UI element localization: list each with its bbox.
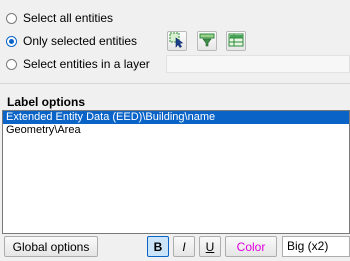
radio-label-select-all: Select all entities <box>23 11 114 25</box>
italic-button[interactable]: I <box>173 236 195 257</box>
global-options-button[interactable]: Global options <box>4 236 98 257</box>
list-item-eed-building-name[interactable]: Extended Entity Data (EED)\Building\name <box>3 111 349 124</box>
select-entities-button[interactable] <box>167 31 187 51</box>
radio-label-select-in-layer: Select entities in a layer <box>23 57 150 71</box>
filter-select-icon <box>199 32 215 51</box>
filter-selection-button[interactable] <box>197 31 217 51</box>
radio-select-all[interactable]: Select all entities <box>6 10 113 26</box>
bold-button[interactable]: B <box>147 236 169 257</box>
layer-select-box[interactable] <box>166 55 350 73</box>
radio-button[interactable] <box>6 12 17 24</box>
color-button[interactable]: Color <box>225 236 277 257</box>
radio-only-selected[interactable]: Only selected entities <box>6 33 137 49</box>
radio-button[interactable] <box>6 58 17 70</box>
label-options-heading: Label options <box>7 95 85 109</box>
text-size-select[interactable]: Big (x2) <box>282 236 350 257</box>
table-selection-button[interactable] <box>226 31 246 51</box>
underline-button[interactable]: U <box>199 236 221 257</box>
radio-label-only-selected: Only selected entities <box>23 34 138 48</box>
divider <box>0 83 350 84</box>
list-item-geometry-area[interactable]: Geometry\Area <box>3 124 349 137</box>
radio-select-in-layer[interactable]: Select entities in a layer <box>6 56 150 72</box>
select-cursor-icon <box>169 32 185 51</box>
table-select-icon <box>228 32 244 51</box>
label-options-list[interactable]: Extended Entity Data (EED)\Building\name… <box>2 110 350 234</box>
radio-button-checked[interactable] <box>6 35 17 47</box>
